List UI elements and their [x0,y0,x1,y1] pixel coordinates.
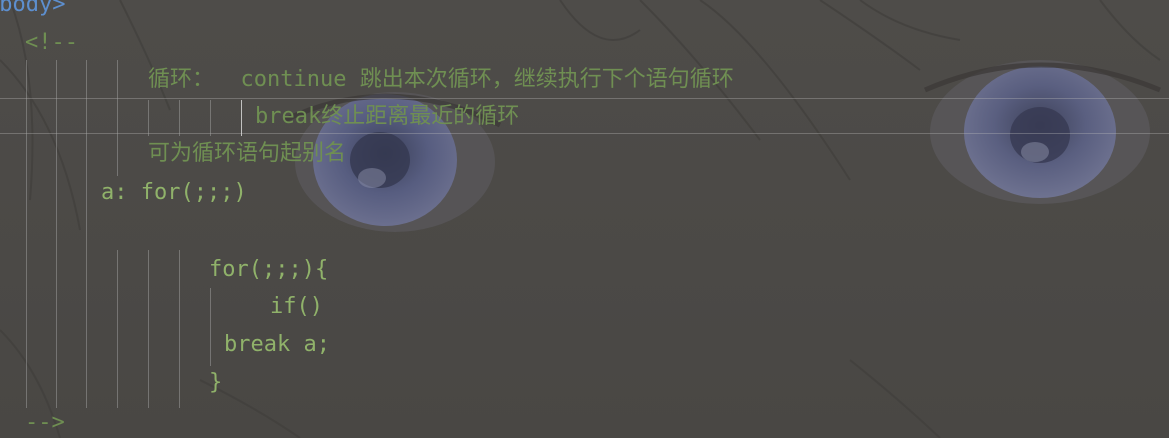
code-line-body-tag[interactable]: <body> [0,0,65,24]
indent-guide [56,60,57,408]
indent-guide [26,60,27,408]
code-editor[interactable]: <body> <!-- 循环： continue 跳出本次循环，继续执行下个语句… [0,0,1169,438]
indent-guide [117,60,118,176]
indent-guide [148,100,149,136]
code-line-outer-for[interactable]: a: for(;;;) [101,174,247,212]
indent-guide [148,250,149,408]
code-line-if[interactable]: if() [270,288,323,326]
code-line-loop-heading[interactable]: 循环： continue 跳出本次循环，继续执行下个语句循环 [148,61,734,99]
code-line-comment-close[interactable]: --> [25,404,65,438]
indent-guide [117,250,118,408]
code-line-comment-open[interactable]: <!-- [25,24,78,62]
active-indent-guide [241,100,242,136]
indent-guide [179,100,180,136]
code-line-break-statement[interactable]: break a; [224,326,330,364]
indent-guide [86,60,87,408]
code-line-inner-for[interactable]: for(;;;){ [209,251,328,289]
indent-guide [179,250,180,408]
code-line-alias-note[interactable]: 可为循环语句起别名 [148,135,346,173]
code-line-close-brace[interactable]: } [209,364,222,402]
code-line-break-note[interactable]: break终止距离最近的循环 [255,98,519,136]
indent-guide [210,100,211,136]
indent-guide [210,288,211,366]
current-line-highlight [0,98,1169,134]
